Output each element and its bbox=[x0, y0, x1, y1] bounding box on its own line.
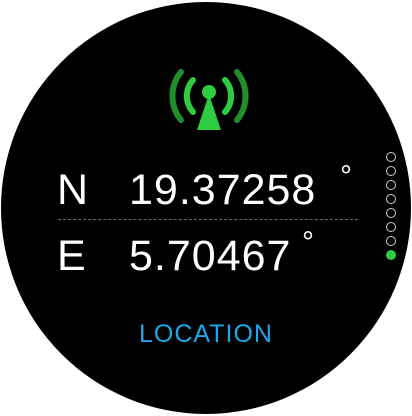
latitude-row: N 19.37258 ° bbox=[1, 160, 411, 220]
coordinate-divider bbox=[58, 219, 358, 220]
page-dot[interactable] bbox=[386, 194, 396, 204]
screen-title: LOCATION bbox=[139, 320, 273, 348]
page-dot[interactable] bbox=[386, 166, 396, 176]
page-dot[interactable] bbox=[386, 250, 396, 260]
longitude-degree-symbol: ° bbox=[302, 226, 314, 259]
latitude-value: 19.37258 bbox=[129, 166, 317, 214]
longitude-hemisphere: E bbox=[57, 232, 86, 280]
longitude-value: 5.70467 bbox=[129, 232, 292, 280]
page-dot[interactable] bbox=[386, 208, 396, 218]
signal-antenna-icon bbox=[169, 69, 249, 130]
watch-face: N 19.37258 ° E 5.70467 ° LOCATION bbox=[1, 2, 411, 414]
page-dot[interactable] bbox=[386, 180, 396, 190]
latitude-degree-symbol: ° bbox=[340, 160, 352, 193]
latitude-hemisphere: N bbox=[57, 166, 89, 214]
page-dot[interactable] bbox=[386, 222, 396, 232]
longitude-row: E 5.70467 ° bbox=[1, 226, 411, 286]
page-dot[interactable] bbox=[386, 152, 396, 162]
page-dot[interactable] bbox=[386, 236, 396, 246]
